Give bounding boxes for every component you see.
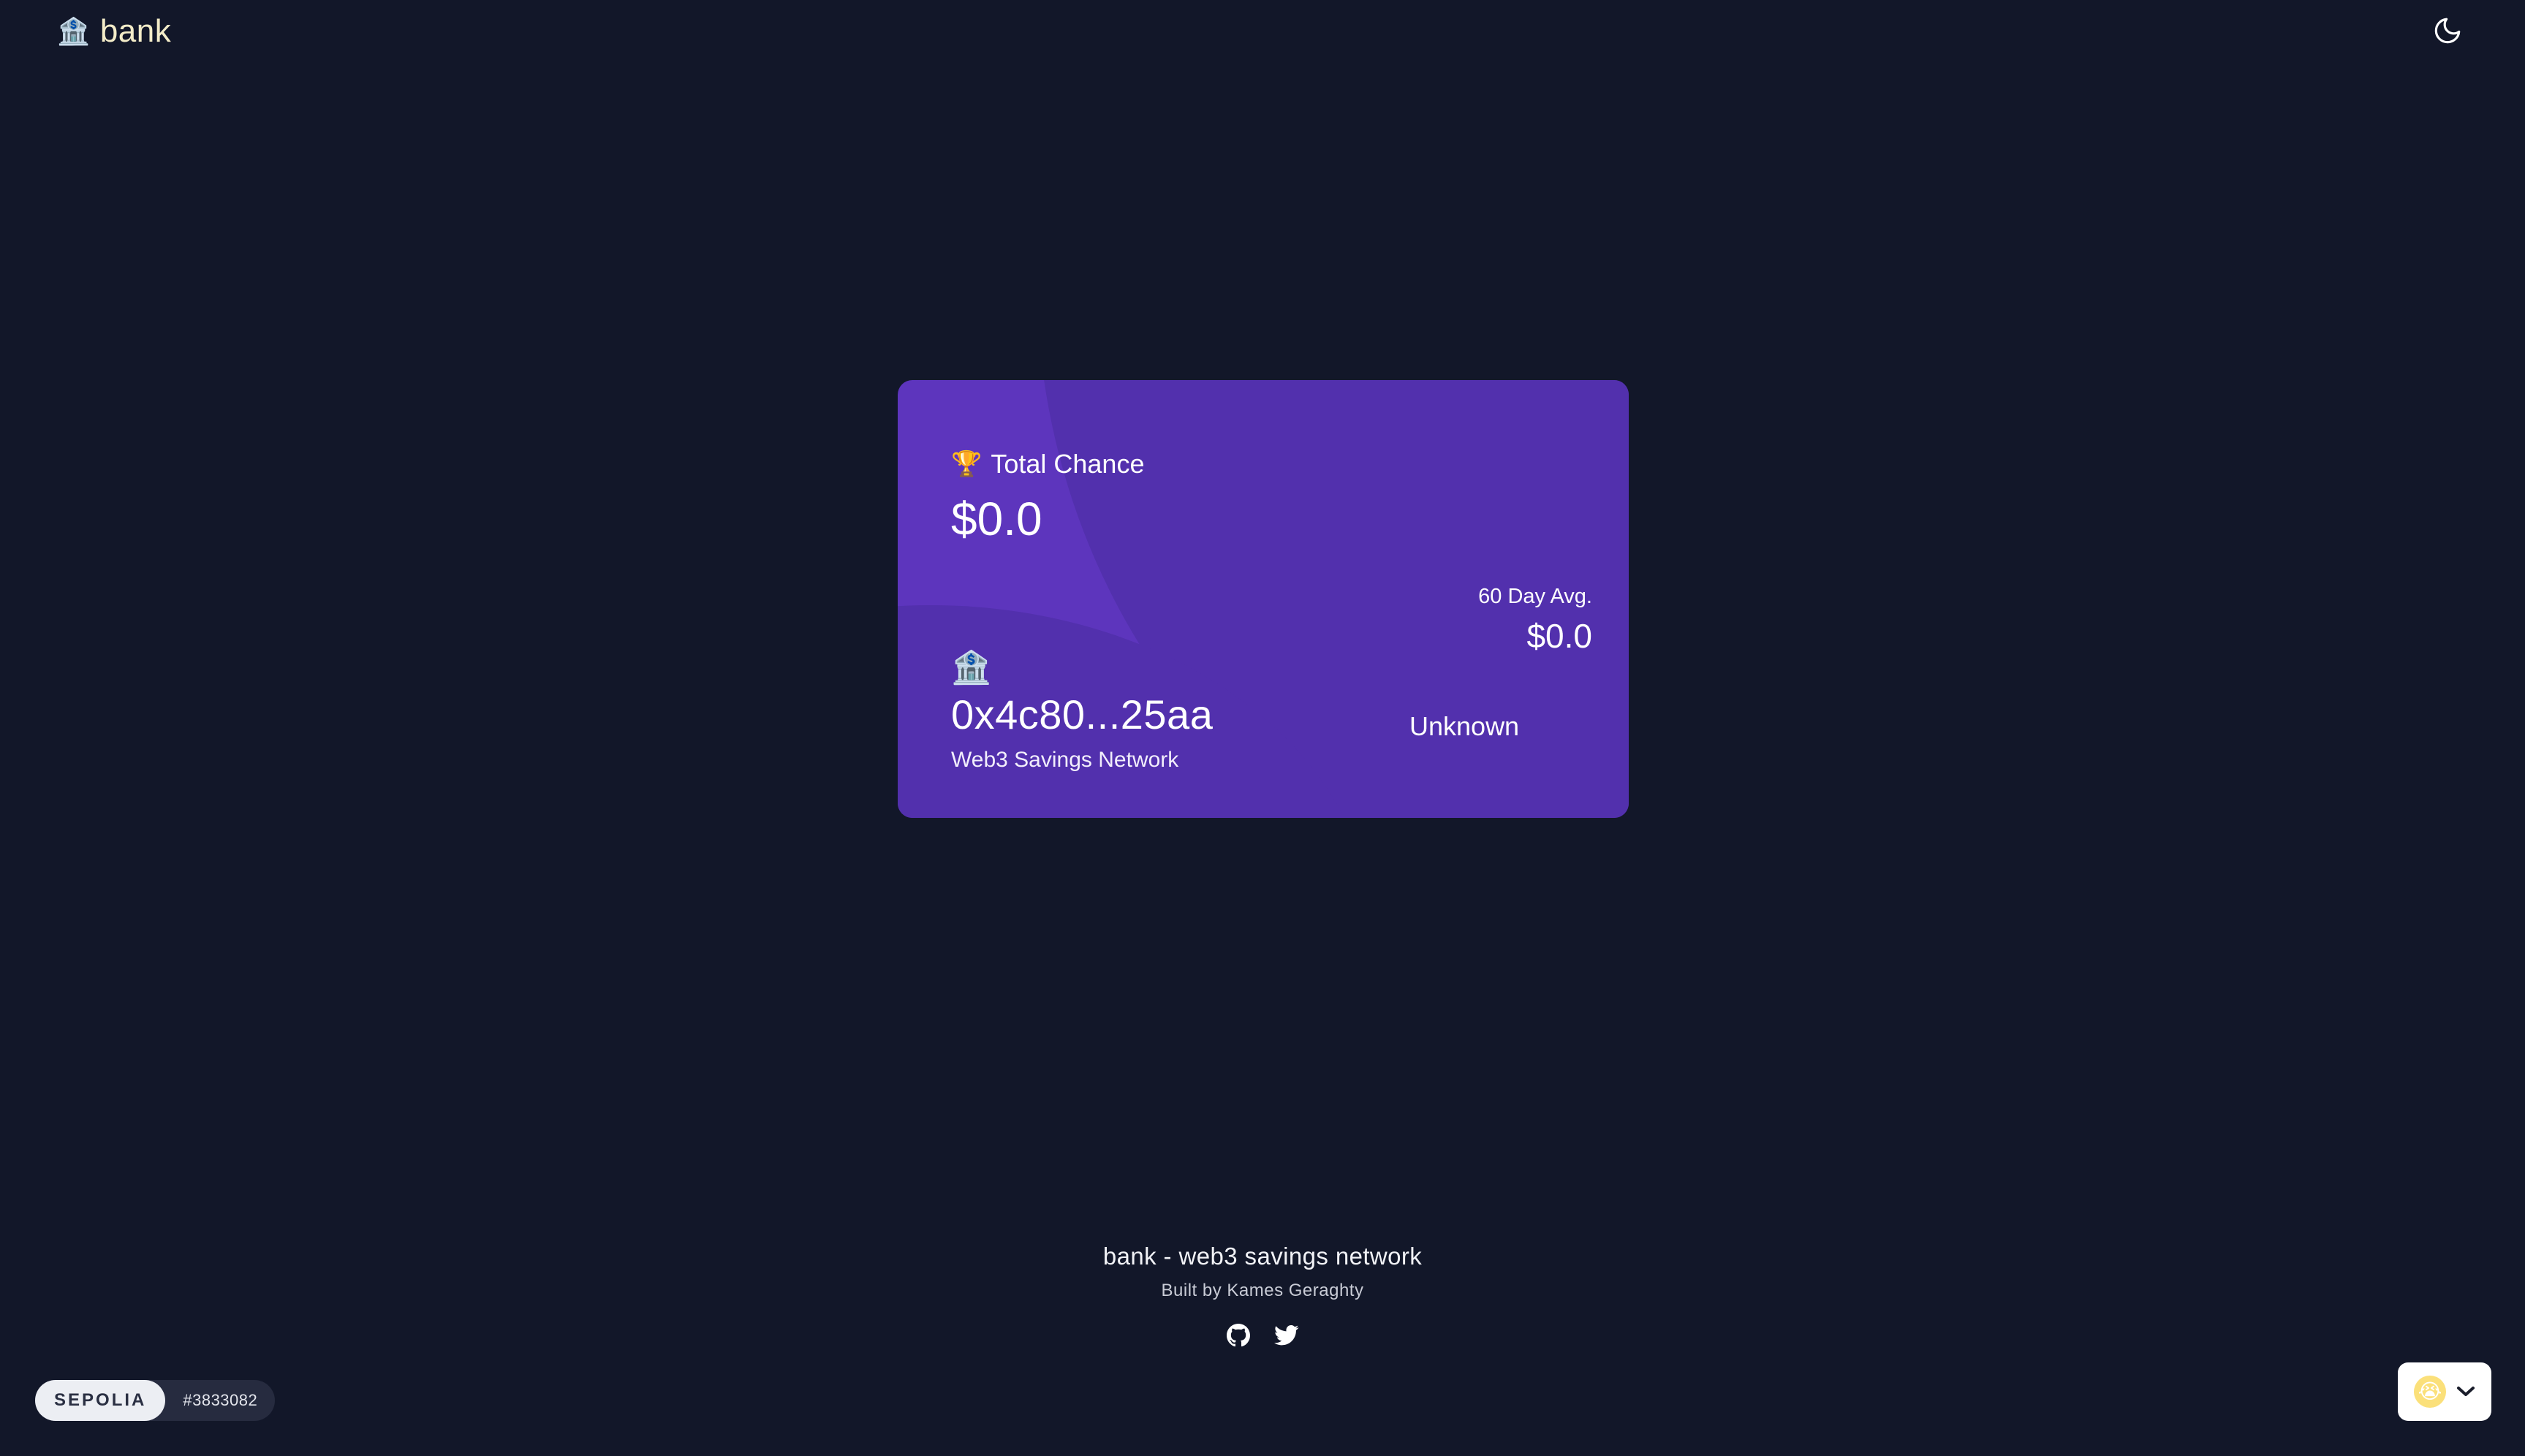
- wallet-address: 0x4c80...25aa: [951, 691, 1214, 738]
- footer: bank - web3 savings network Built by Kam…: [0, 1243, 2525, 1348]
- block-number: #3833082: [183, 1391, 258, 1409]
- sixty-day-avg-label: 60 Day Avg.: [1478, 585, 1592, 608]
- twitter-icon: [1274, 1324, 1299, 1346]
- network-name: Web3 Savings Network: [951, 748, 1179, 772]
- app-logo[interactable]: 🏦 bank: [57, 13, 171, 50]
- footer-credit: Built by Kames Geraghty: [1161, 1281, 1364, 1300]
- app-name: bank: [99, 13, 172, 49]
- github-link[interactable]: [1226, 1323, 1251, 1348]
- footer-title: bank - web3 savings network: [1102, 1243, 1423, 1270]
- network-badge[interactable]: SEPOLIA #3833082: [35, 1380, 276, 1421]
- total-chance-text: Total Chance: [991, 449, 1145, 479]
- theme-toggle-button[interactable]: [2429, 12, 2467, 50]
- github-icon: [1227, 1324, 1250, 1347]
- trophy-icon: 🏆: [951, 450, 983, 478]
- twitter-link[interactable]: [1274, 1323, 1299, 1348]
- account-avatar: 😭: [2414, 1376, 2446, 1408]
- savings-card: 🏆 Total Chance $0.0 60 Day Avg. $0.0 🏦 0…: [898, 380, 1629, 818]
- moon-icon: [2434, 18, 2461, 44]
- bank-logo-icon: 🏦: [57, 16, 90, 46]
- total-chance-label: 🏆 Total Chance: [951, 449, 1144, 479]
- status-text: Unknown: [1409, 711, 1520, 741]
- chevron-down-icon: [2457, 1387, 2475, 1396]
- total-chance-value: $0.0: [951, 493, 1042, 545]
- sixty-day-avg-value: $0.0: [1526, 617, 1592, 655]
- bank-icon: 🏦: [951, 650, 991, 686]
- footer-links: [0, 1323, 2525, 1348]
- chain-name: SEPOLIA: [35, 1380, 166, 1421]
- account-button[interactable]: 😭: [2398, 1362, 2491, 1421]
